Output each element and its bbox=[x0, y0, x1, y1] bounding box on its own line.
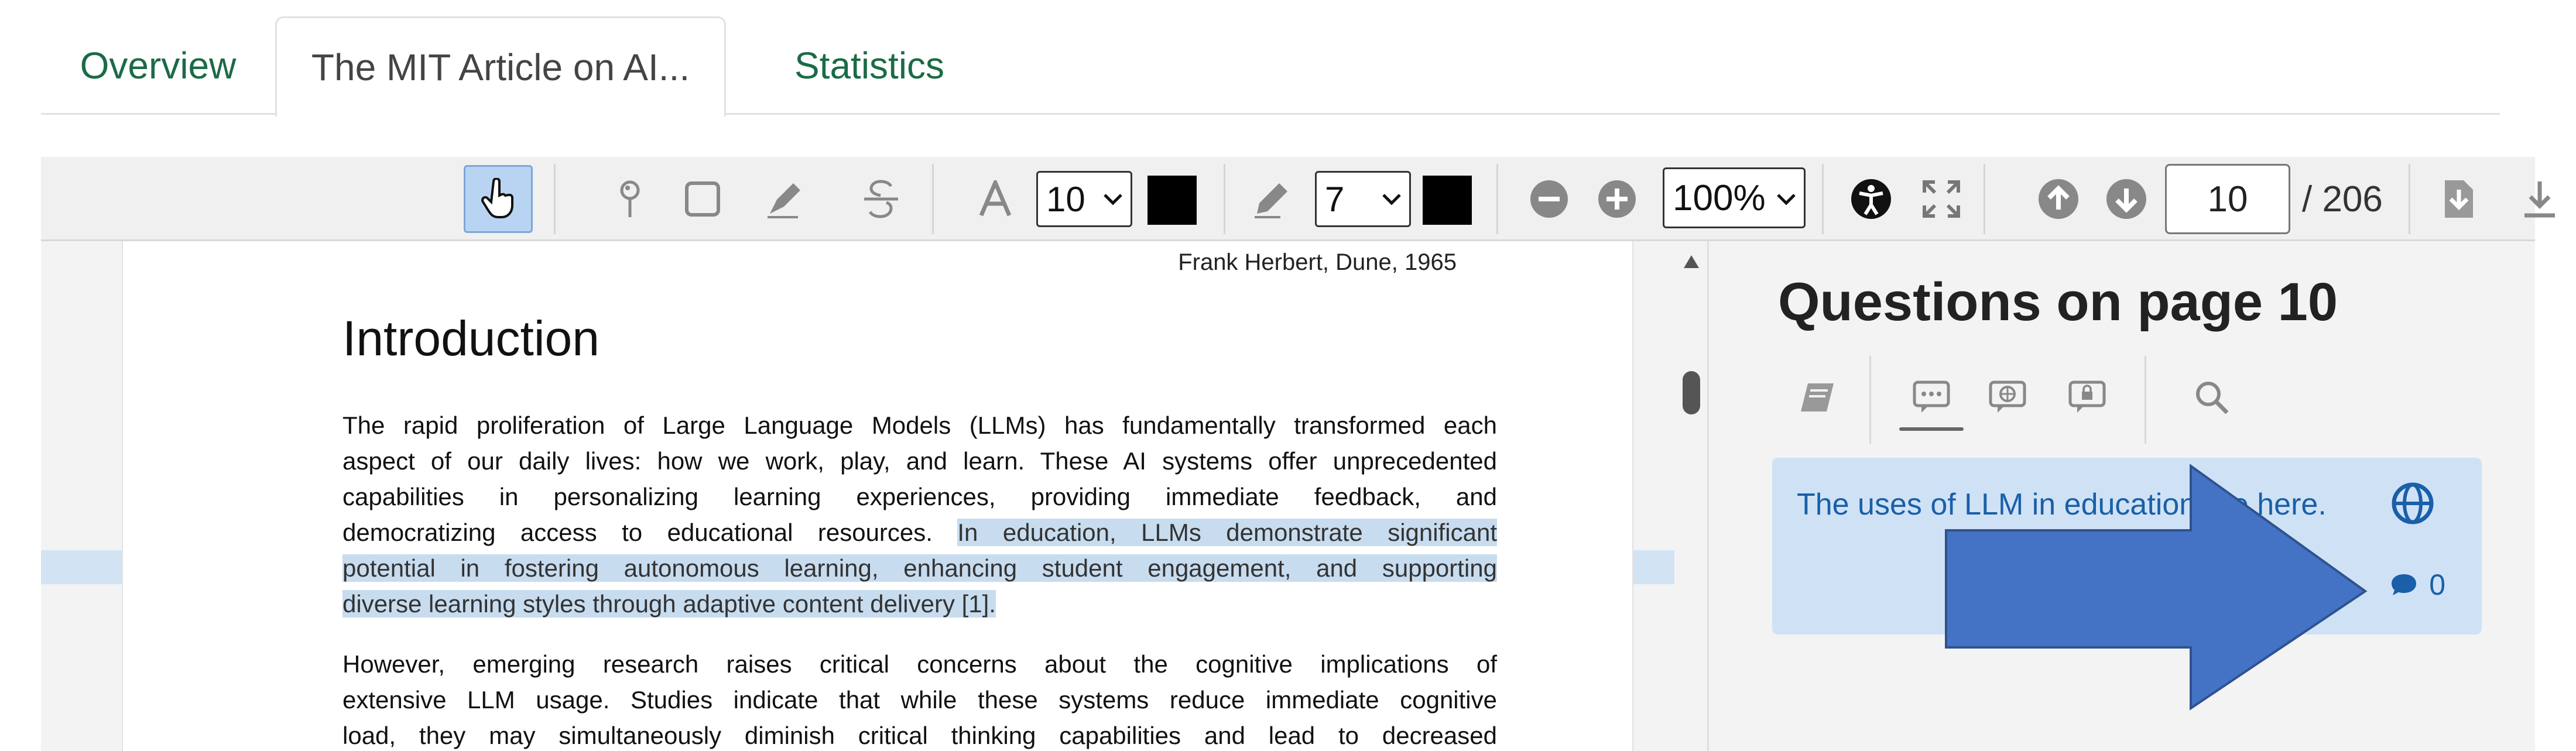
zoom-in-icon[interactable] bbox=[1594, 157, 1640, 241]
pdf-page: Frank Herbert, Dune, 1965 Introduction T… bbox=[122, 241, 1633, 751]
text-line: aspect of our daily lives: how we work, … bbox=[342, 443, 1497, 479]
text-line-content: aspect of our daily lives: how we work, … bbox=[342, 447, 1497, 475]
highlighter-icon[interactable] bbox=[759, 157, 811, 241]
rectangle-icon[interactable] bbox=[679, 157, 726, 241]
text-line-content: The rapid proliferation of Large Languag… bbox=[342, 411, 1497, 439]
scroll-thumb[interactable] bbox=[1683, 371, 1700, 414]
export-icon[interactable] bbox=[2435, 157, 2482, 241]
document-scrollbar[interactable] bbox=[1674, 241, 1707, 751]
text-line: democratizing access to educational reso… bbox=[342, 515, 1497, 550]
text-line-content: extensive LLM usage. Studies indicate th… bbox=[342, 686, 1497, 714]
text-line: However, emerging research raises critic… bbox=[342, 646, 1497, 682]
pencil-icon[interactable] bbox=[1248, 157, 1295, 241]
tab-article[interactable]: The MIT Article on AI... bbox=[275, 16, 726, 116]
text-line: The rapid proliferation of Large Languag… bbox=[342, 407, 1497, 443]
chat-bubble-icon[interactable] bbox=[1902, 371, 1961, 424]
toolbar-separator bbox=[1984, 164, 1985, 234]
globe-bubble-icon[interactable] bbox=[1978, 371, 2037, 424]
active-filter-indicator bbox=[1899, 427, 1964, 431]
chevron-down-icon bbox=[1104, 194, 1122, 205]
chevron-down-icon bbox=[1382, 194, 1401, 205]
question-card[interactable]: The uses of LLM in education are here. 0 bbox=[1772, 458, 2482, 635]
paragraph-1: The rapid proliferation of Large Languag… bbox=[342, 407, 1497, 622]
section-heading: Introduction bbox=[342, 311, 600, 366]
tab-statistics[interactable]: Statistics bbox=[726, 16, 1013, 115]
lock-bubble-icon[interactable] bbox=[2058, 371, 2116, 424]
text-line: diverse learning styles through adaptive… bbox=[342, 586, 1497, 622]
epigraph-credit: Frank Herbert, Dune, 1965 bbox=[1178, 249, 1457, 275]
pdf-toolbar: 10 7 100% 10 / 206 bbox=[41, 157, 2555, 241]
text-line-content: load, they may simultaneously diminish c… bbox=[342, 722, 1497, 749]
text-line: extensive LLM usage. Studies indicate th… bbox=[342, 682, 1497, 718]
pen-color-swatch[interactable] bbox=[1423, 176, 1472, 225]
chevron-down-icon bbox=[1777, 194, 1796, 205]
comment-count[interactable]: 0 bbox=[2389, 568, 2445, 602]
toolbar-separator bbox=[932, 164, 934, 234]
strikethrough-icon[interactable] bbox=[855, 157, 907, 241]
toolbar-separator bbox=[1496, 164, 1498, 234]
text-line-content: democratizing access to educational reso… bbox=[342, 519, 958, 546]
text-line: load, they may simultaneously diminish c… bbox=[342, 718, 1497, 751]
panel-title: Questions on page 10 bbox=[1778, 272, 2338, 332]
paragraph-2: However, emerging research raises critic… bbox=[342, 646, 1497, 751]
page-number-input[interactable]: 10 bbox=[2165, 164, 2290, 234]
toolbar-separator bbox=[1822, 164, 1824, 234]
book-icon[interactable] bbox=[1791, 371, 1844, 424]
comment-icon bbox=[2392, 574, 2417, 595]
toolbar-separator bbox=[1224, 164, 1225, 234]
hand-pointer-icon[interactable] bbox=[464, 157, 533, 241]
toolbar-separator bbox=[2409, 164, 2410, 234]
zoom-select[interactable]: 100% bbox=[1663, 167, 1806, 228]
text-line: potential in fostering autonomous learni… bbox=[342, 550, 1497, 586]
question-text: The uses of LLM in education are here. bbox=[1797, 488, 2327, 522]
highlighted-text[interactable]: potential in fostering autonomous learni… bbox=[342, 554, 1497, 582]
download-icon[interactable] bbox=[2516, 157, 2563, 241]
page-down-icon[interactable] bbox=[2103, 157, 2150, 241]
tab-overview[interactable]: Overview bbox=[41, 16, 275, 115]
zoom-out-icon[interactable] bbox=[1526, 157, 1573, 241]
text-icon[interactable] bbox=[972, 157, 1019, 241]
filter-separator bbox=[1869, 356, 1871, 444]
toolbar-separator bbox=[554, 164, 556, 234]
fullscreen-icon[interactable] bbox=[1918, 157, 1965, 241]
font-size-value: 10 bbox=[1046, 179, 1085, 219]
globe-icon[interactable] bbox=[2390, 481, 2435, 526]
pin-icon[interactable] bbox=[607, 157, 653, 241]
document-viewer[interactable]: Frank Herbert, Dune, 1965 Introduction T… bbox=[41, 241, 1674, 751]
highlighted-text[interactable]: diverse learning styles through adaptive… bbox=[342, 590, 996, 618]
text-line: capabilities in personalizing learning e… bbox=[342, 479, 1497, 515]
scroll-up-icon[interactable] bbox=[1683, 254, 1700, 269]
page-total: / 206 bbox=[2302, 179, 2383, 220]
search-icon[interactable] bbox=[2186, 371, 2238, 424]
highlighted-text[interactable]: In education, LLMs demonstrate significa… bbox=[957, 519, 1497, 546]
comment-count-value: 0 bbox=[2429, 568, 2445, 601]
questions-panel: Questions on page 10 The uses of LLM in … bbox=[1707, 241, 2535, 751]
tab-bar: Overview The MIT Article on AI... Statis… bbox=[41, 16, 2500, 116]
pen-size-select[interactable]: 7 bbox=[1315, 171, 1411, 227]
filter-separator bbox=[2145, 356, 2146, 444]
text-line-content: However, emerging research raises critic… bbox=[342, 650, 1497, 678]
page-up-icon[interactable] bbox=[2035, 157, 2082, 241]
text-line-content: capabilities in personalizing learning e… bbox=[342, 483, 1497, 510]
text-color-swatch[interactable] bbox=[1147, 176, 1197, 225]
zoom-value: 100% bbox=[1673, 177, 1766, 218]
font-size-select[interactable]: 10 bbox=[1036, 171, 1132, 227]
pen-size-value: 7 bbox=[1325, 179, 1345, 219]
accessibility-icon[interactable] bbox=[1848, 157, 1895, 241]
